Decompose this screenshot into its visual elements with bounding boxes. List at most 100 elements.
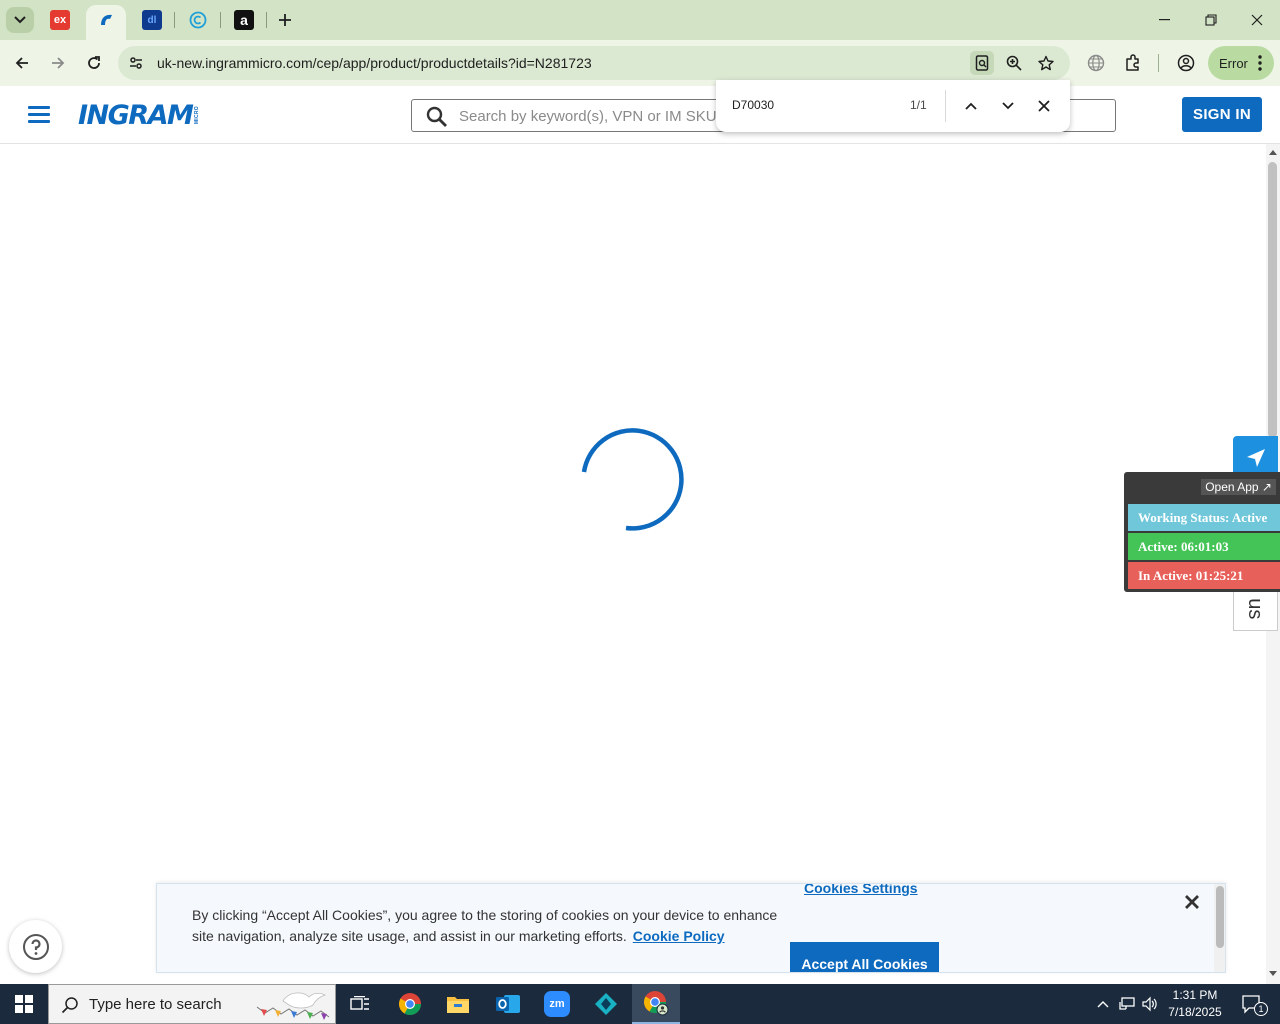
tab-search-button[interactable] (6, 7, 34, 33)
ingram-micro-icon (101, 14, 112, 25)
chevron-up-icon (965, 102, 977, 110)
cookie-scroll-thumb[interactable] (1216, 886, 1224, 948)
time-tracker-panel: Open App ↗ Working Status: Active Active… (1124, 472, 1280, 592)
search-input[interactable] (459, 105, 719, 127)
find-query-input[interactable]: D70030 (732, 98, 774, 112)
arrow-left-icon (15, 57, 28, 69)
loading-spinner (581, 428, 684, 531)
show-hidden-icons-button[interactable] (1092, 984, 1114, 1024)
folder-icon (447, 997, 469, 1013)
close-icon[interactable] (1183, 893, 1201, 911)
taskbar-chrome[interactable] (386, 984, 434, 1024)
volume-button[interactable] (1139, 984, 1161, 1024)
minimize-button[interactable] (1142, 0, 1188, 40)
help-button[interactable] (9, 920, 62, 973)
copyright-icon (189, 11, 207, 29)
chevron-down-icon (14, 16, 26, 24)
puzzle-icon (1126, 54, 1139, 71)
menu-icon[interactable] (28, 106, 50, 124)
address-bar[interactable]: uk-new.ingrammicro.com/cep/app/product/p… (118, 46, 1070, 80)
profile-button[interactable] (1173, 50, 1199, 76)
ingram-micro-logo[interactable]: INGRAM MICRO (78, 100, 200, 131)
chrome-icon (399, 993, 421, 1015)
taskbar-chrome-profile[interactable] (632, 984, 680, 1024)
cookies-settings-link[interactable]: Cookies Settings (804, 884, 918, 896)
task-view-icon (350, 996, 369, 1010)
find-in-page-indicator[interactable] (970, 51, 994, 75)
site-header: INGRAM MICRO SIGN IN (0, 86, 1280, 144)
arrow-right-icon (52, 57, 65, 69)
expansys-icon: ex (50, 10, 70, 30)
send-icon (1246, 449, 1265, 467)
browser-tab-strip: ex dl a (0, 0, 1280, 40)
working-status: Working Status: Active (1128, 504, 1280, 531)
scroll-down-icon[interactable] (1268, 970, 1278, 978)
forward-button[interactable] (44, 49, 72, 77)
taskbar-outlook[interactable] (484, 984, 532, 1024)
profile-error-chip[interactable]: Error (1208, 46, 1274, 80)
open-app-link[interactable]: Open App ↗ (1201, 479, 1276, 495)
sign-in-button[interactable]: SIGN IN (1182, 97, 1262, 132)
system-clock[interactable]: 1:31 PM 7/18/2025 (1160, 987, 1230, 1021)
accept-all-cookies-button[interactable]: Accept All Cookies (790, 942, 939, 972)
tab-separator (220, 12, 221, 28)
zoom-button[interactable] (1002, 51, 1026, 75)
windows-icon (15, 995, 33, 1013)
toolbar-divider (1158, 54, 1159, 72)
tab-separator (174, 12, 175, 28)
extensions-button[interactable] (1120, 50, 1146, 76)
close-icon (1251, 14, 1263, 26)
network-button[interactable] (1115, 984, 1139, 1024)
notification-count-badge: 1 (1254, 1002, 1268, 1016)
windows-taskbar: Type here to search zm 1:31 PM 7/18/2025 (0, 984, 1280, 1024)
zoom-app-icon: zm (544, 991, 570, 1017)
notifications-button[interactable]: 1 (1232, 984, 1272, 1024)
new-tab-button[interactable] (274, 8, 296, 32)
search-icon (61, 997, 78, 1014)
tab-copyright[interactable] (186, 8, 210, 32)
translate-button[interactable] (1083, 50, 1109, 76)
star-icon (1038, 55, 1054, 71)
dl-icon: dl (142, 10, 162, 30)
cookie-banner: Cookies Settings By clicking “Accept All… (156, 883, 1226, 973)
search-icon (426, 106, 447, 127)
close-window-button[interactable] (1234, 0, 1280, 40)
zoom-icon (1006, 55, 1022, 71)
task-view-button[interactable] (336, 984, 384, 1024)
find-close-button[interactable] (1032, 94, 1056, 118)
taskbar-app-diamond[interactable] (582, 984, 630, 1024)
browser-toolbar: uk-new.ingrammicro.com/cep/app/product/p… (0, 40, 1280, 86)
url-text[interactable]: uk-new.ingrammicro.com/cep/app/product/p… (157, 55, 592, 71)
scroll-up-icon[interactable] (1268, 148, 1278, 156)
globe-icon (1087, 54, 1105, 72)
site-info-button[interactable] (124, 51, 148, 75)
taskbar-file-explorer[interactable] (434, 984, 482, 1024)
diamond-app-icon (595, 993, 617, 1015)
clock-time: 1:31 PM (1172, 988, 1218, 1002)
find-next-button[interactable] (996, 94, 1020, 118)
reload-button[interactable] (80, 49, 108, 77)
back-button[interactable] (8, 49, 36, 77)
tab-expansys[interactable]: ex (48, 8, 72, 32)
taskbar-search[interactable]: Type here to search (48, 984, 336, 1024)
taskbar-zoom[interactable]: zm (533, 984, 581, 1024)
plus-icon (279, 14, 291, 26)
amazon-icon: a (234, 10, 254, 30)
restore-icon (1205, 14, 1217, 26)
scrollbar-thumb[interactable] (1268, 162, 1277, 438)
restore-button[interactable] (1188, 0, 1234, 40)
find-match-count: 1/1 (910, 98, 927, 112)
help-icon (22, 933, 49, 960)
tab-separator (266, 12, 267, 28)
reload-icon (88, 56, 100, 69)
tab-dl[interactable]: dl (140, 8, 164, 32)
cookie-policy-link[interactable]: Cookie Policy (633, 928, 725, 944)
find-previous-button[interactable] (959, 94, 983, 118)
tab-amazon[interactable]: a (232, 8, 256, 32)
tab-ingram-micro[interactable] (94, 8, 118, 32)
start-button[interactable] (0, 984, 48, 1024)
cookie-banner-scrollbar[interactable] (1214, 884, 1225, 972)
search-highlight-dove-icon (256, 992, 330, 1020)
bookmark-button[interactable] (1034, 51, 1058, 75)
active-timer: Active: 06:01:03 (1128, 533, 1280, 560)
